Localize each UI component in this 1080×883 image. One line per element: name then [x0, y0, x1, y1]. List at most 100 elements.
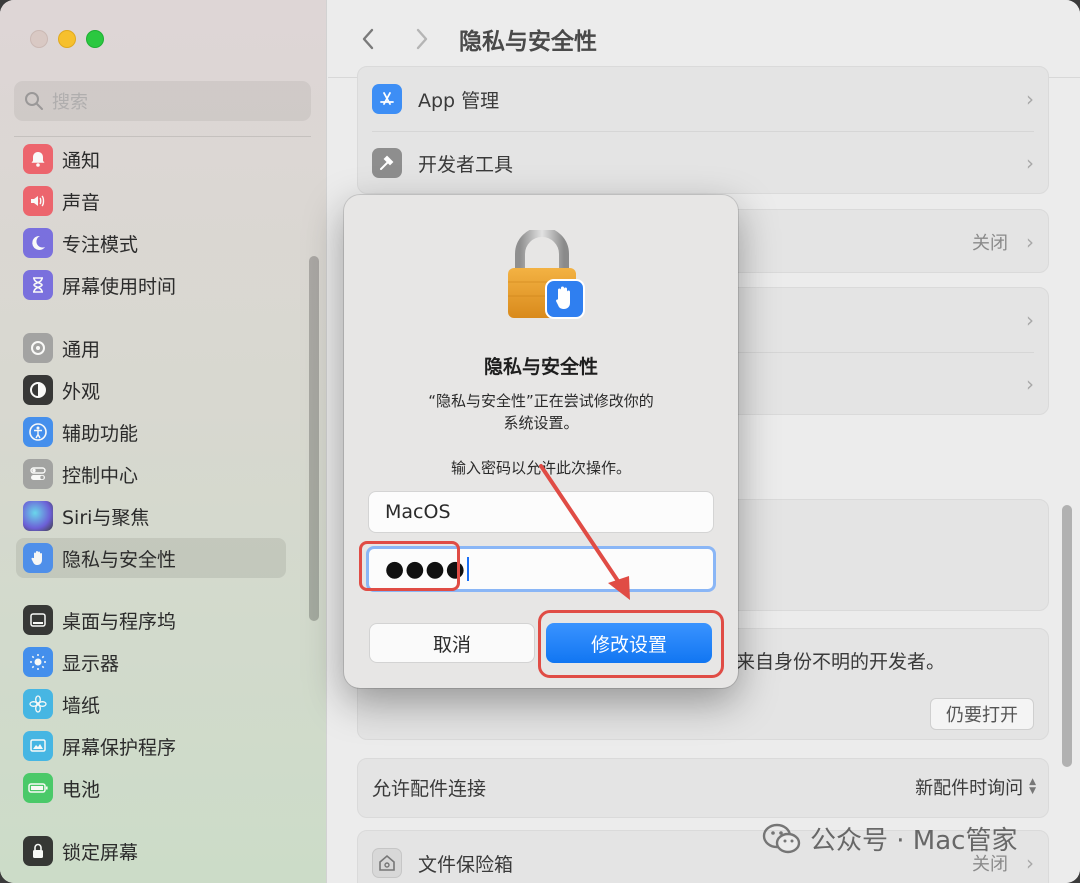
speaker-icon	[23, 186, 53, 216]
hammer-icon	[372, 148, 402, 178]
row-developer-tools[interactable]: 开发者工具 ›	[358, 131, 1050, 195]
search-placeholder: 搜索	[52, 92, 88, 113]
sidebar-item-label: Siri与聚焦	[62, 506, 150, 529]
settings-card: App 管理 › 开发者工具 ›	[357, 66, 1049, 194]
sidebar-item-privacy[interactable]: 隐私与安全性	[16, 538, 286, 578]
sidebar-item-label: 墙纸	[62, 694, 101, 717]
forward-button[interactable]	[407, 22, 437, 56]
chevron-right-icon	[416, 28, 428, 50]
flower-icon	[23, 689, 53, 719]
chevron-right-icon: ›	[1026, 151, 1034, 175]
cancel-button[interactable]: 取消	[369, 623, 535, 663]
sidebar-item-wallpaper[interactable]: 墙纸	[16, 684, 286, 724]
app-store-icon	[372, 84, 402, 114]
gear-icon	[23, 333, 53, 363]
sidebar-item-lock-screen[interactable]: 锁定屏幕	[16, 831, 286, 871]
chevron-right-icon: ›	[1026, 308, 1034, 332]
sidebar-item-screen-time[interactable]: 屏幕使用时间	[16, 265, 286, 305]
dialog-title: 隐私与安全性	[483, 356, 598, 378]
row-label: 文件保险箱	[418, 853, 514, 876]
row-label: 允许配件连接	[372, 777, 487, 800]
sidebar-item-label: 通知	[62, 149, 101, 172]
sidebar-item-label: 屏幕保护程序	[62, 736, 177, 759]
lock-icon	[508, 230, 585, 319]
sidebar-item-accessibility[interactable]: 辅助功能	[16, 412, 286, 452]
sidebar-item-label: 通用	[62, 338, 101, 361]
ok-button-highlight-box	[538, 610, 724, 678]
watermark-text: 公众号 · Mac管家	[810, 826, 1018, 856]
dialog-message-line: “隐私与安全性”正在尝试修改你的	[428, 392, 654, 410]
sidebar-item-label: 声音	[62, 191, 101, 214]
hourglass-icon	[23, 270, 53, 300]
sidebar-item-appearance[interactable]: 外观	[16, 370, 286, 410]
wechat-icon	[762, 823, 801, 853]
sidebar-item-notifications[interactable]: 通知	[16, 139, 286, 179]
password-highlight-box	[359, 541, 460, 591]
settings-window: 搜索 通知 声音 专注模式 屏幕使用时间 通用 外观 辅助功能 控制中心 Sir…	[0, 0, 1080, 883]
settings-card: 允许配件连接 新配件时询问 ▲ ▼	[357, 758, 1049, 818]
hand-icon	[23, 543, 53, 573]
accessibility-icon	[23, 417, 53, 447]
row-value: 关闭	[972, 233, 1008, 254]
row-accessory: 允许配件连接 新配件时询问 ▲ ▼	[358, 757, 1050, 817]
back-button[interactable]	[353, 22, 383, 56]
search-input[interactable]: 搜索	[14, 81, 311, 121]
sidebar-item-siri[interactable]: Siri与聚焦	[16, 496, 286, 536]
sidebar-item-label: 桌面与程序坞	[62, 610, 177, 633]
screensaver-icon	[23, 731, 53, 761]
appearance-icon	[23, 375, 53, 405]
open-anyway-button[interactable]: 仍要打开	[930, 698, 1034, 730]
sidebar: 搜索 通知 声音 专注模式 屏幕使用时间 通用 外观 辅助功能 控制中心 Sir…	[0, 0, 327, 883]
sidebar-item-general[interactable]: 通用	[16, 328, 286, 368]
text-cursor	[466, 557, 469, 581]
sidebar-item-battery[interactable]: 电池	[16, 768, 286, 808]
minimize-button[interactable]	[58, 30, 76, 48]
sidebar-item-label: 辅助功能	[62, 422, 139, 445]
unidentified-developer-text: 来自身份不明的开发者。	[736, 651, 946, 673]
sidebar-item-control-center[interactable]: 控制中心	[16, 454, 286, 494]
sidebar-item-label: 外观	[62, 380, 101, 403]
chevron-updown-icon: ▲ ▼	[1029, 777, 1036, 796]
main-scrollbar[interactable]	[1062, 505, 1072, 767]
chevron-right-icon: ›	[1026, 87, 1034, 111]
username-field[interactable]: MacOS	[368, 491, 714, 533]
dock-icon	[23, 605, 53, 635]
username-value: MacOS	[385, 501, 451, 523]
sidebar-item-label: 锁定屏幕	[62, 841, 139, 864]
sidebar-item-displays[interactable]: 显示器	[16, 642, 286, 682]
dialog-prompt: 输入密码以允许此次操作。	[450, 459, 631, 477]
sidebar-item-screensaver[interactable]: 屏幕保护程序	[16, 726, 286, 766]
zoom-button[interactable]	[86, 30, 104, 48]
toggles-icon	[23, 459, 53, 489]
accessory-popup[interactable]: 新配件时询问 ▲ ▼	[915, 774, 1036, 800]
search-icon	[25, 92, 43, 110]
sidebar-item-focus[interactable]: 专注模式	[16, 223, 286, 263]
row-label: App 管理	[418, 89, 500, 112]
dialog-message: “隐私与安全性”正在尝试修改你的 系统设置。	[384, 390, 698, 434]
chevron-right-icon: ›	[1026, 372, 1034, 396]
row-app-management[interactable]: App 管理 ›	[358, 67, 1050, 131]
sun-icon	[23, 647, 53, 677]
sidebar-item-label: 电池	[62, 778, 101, 801]
window-controls	[30, 30, 104, 48]
page-title: 隐私与安全性	[459, 29, 597, 55]
siri-icon	[23, 501, 53, 531]
row-label: 开发者工具	[418, 153, 514, 176]
sidebar-item-label: 显示器	[62, 652, 120, 675]
chevron-right-icon: ›	[1026, 230, 1034, 254]
sidebar-item-sound[interactable]: 声音	[16, 181, 286, 221]
watermark: 公众号 · Mac管家	[762, 820, 1017, 857]
sidebar-item-label: 控制中心	[62, 464, 139, 487]
close-button[interactable]	[30, 30, 48, 48]
sidebar-divider	[14, 136, 311, 137]
chevron-left-icon	[362, 28, 374, 50]
lock-icon	[23, 836, 53, 866]
sidebar-item-label: 专注模式	[62, 233, 139, 256]
sidebar-scrollbar[interactable]	[309, 256, 319, 621]
moon-icon	[23, 228, 53, 258]
sidebar-item-label: 屏幕使用时间	[62, 275, 177, 298]
dialog-message-line: 系统设置。	[503, 414, 579, 432]
sidebar-item-desktop-dock[interactable]: 桌面与程序坞	[16, 600, 286, 640]
bell-icon	[23, 144, 53, 174]
sidebar-item-label: 隐私与安全性	[62, 548, 177, 571]
